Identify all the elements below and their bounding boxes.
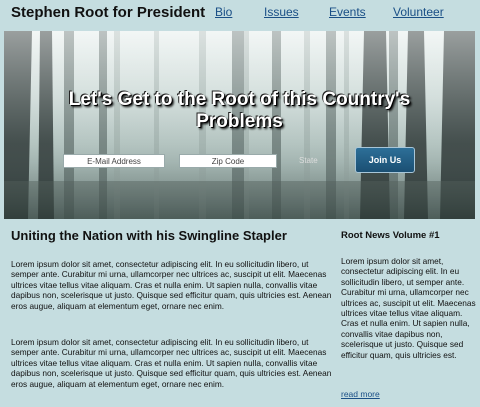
nav-link-bio[interactable]: Bio	[215, 5, 232, 19]
nav-link-events[interactable]: Events	[329, 5, 366, 19]
read-more-link[interactable]: read more	[341, 389, 380, 399]
sidebar-text: Lorem ipsum dolor sit amet, consectetur …	[341, 256, 476, 360]
main-heading: Uniting the Nation with his Swingline St…	[11, 228, 287, 243]
main-paragraph: Lorem ipsum dolor sit amet, consectetur …	[11, 259, 332, 311]
state-select[interactable]: State	[299, 156, 318, 165]
join-us-button[interactable]: Join Us	[355, 147, 415, 173]
hero-banner: Let's Get to the Root of this Country's …	[4, 31, 475, 219]
nav-link-volunteer[interactable]: Volunteer	[393, 5, 444, 19]
zip-code-field[interactable]	[179, 154, 277, 168]
site-title: Stephen Root for President	[11, 4, 206, 21]
main-paragraph: Lorem ipsum dolor sit amet, consectetur …	[11, 337, 332, 389]
sidebar-heading: Root News Volume #1	[341, 230, 440, 241]
hero-headline: Let's Get to the Root of this Country's …	[68, 89, 411, 132]
email-field[interactable]	[63, 154, 165, 168]
nav-link-issues[interactable]: Issues	[264, 5, 299, 19]
